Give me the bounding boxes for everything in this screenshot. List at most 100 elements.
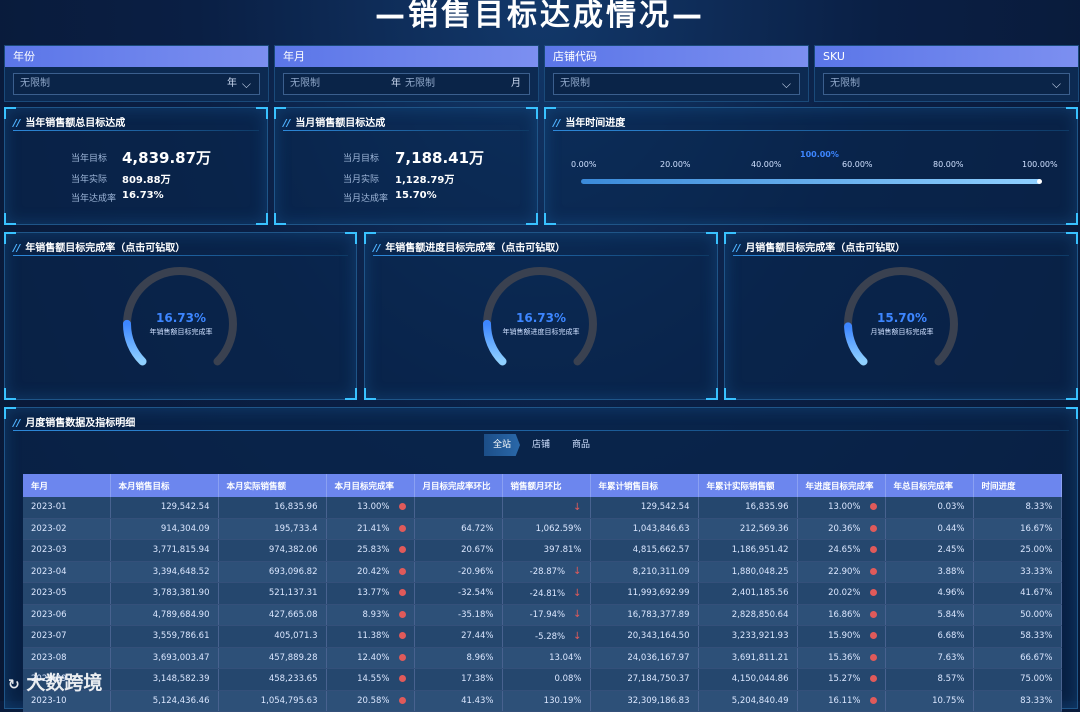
gauge-progress-caption: 年销售额进度目标完成率 <box>502 328 580 336</box>
gauge-year-value: 16.73% <box>156 311 206 325</box>
column-header[interactable]: 年进度目标完成率 <box>797 474 886 497</box>
watermark-text: 大数跨境 <box>26 672 103 694</box>
cell-value: 427,665.08 <box>268 609 318 620</box>
table-row[interactable]: 2023-01 129,542.54 16,835.96 13.00% ↓ 129,542… <box>23 497 1062 519</box>
alert-dot-icon <box>398 524 406 532</box>
time-progress-value: 100.00% <box>800 150 839 159</box>
column-header[interactable]: 本月目标完成率 <box>326 474 415 497</box>
down-arrow-icon: ↓ <box>573 587 582 599</box>
cell-value: 0.08% <box>554 674 582 685</box>
cell-value: 33.33% <box>1020 566 1053 577</box>
table-cell-sales-mom: 1,062.59% <box>502 518 591 540</box>
filter-store-code-label: 店铺代码 <box>545 46 808 67</box>
column-header[interactable]: 销售额月环比 <box>502 474 591 497</box>
yearmonth-select[interactable]: 无限制 年 无限制 月 <box>283 73 530 95</box>
table-cell-total-rate: 0.44% <box>885 518 974 540</box>
column-header[interactable]: 时间进度 <box>973 474 1062 497</box>
cell-value: 64.72% <box>461 523 494 534</box>
table-cell-prog-rate: 15.90% <box>797 625 886 648</box>
table-cell-ym: 2023-07 <box>23 625 111 648</box>
cell-value: 20.36% <box>828 523 861 534</box>
cell-value: 20.02% <box>828 588 861 599</box>
table-cell-prog-rate: 13.00% <box>797 497 886 519</box>
table-cell-ym: 2023-06 <box>23 604 111 626</box>
sku-select[interactable]: 无限制 ⌵ <box>823 73 1070 95</box>
alert-dot-icon <box>398 610 406 618</box>
kpi-month-rate-label: 当月达成率 <box>343 194 389 204</box>
cell-value: 693,096.82 <box>268 566 318 577</box>
cell-value: 974,382.06 <box>268 545 318 556</box>
cell-value: 11.38% <box>357 631 390 642</box>
cell-value: 2023-08 <box>31 652 67 663</box>
tab-store[interactable]: 店铺 <box>524 434 558 456</box>
cell-value: 2023-03 <box>31 545 67 556</box>
alert-dot-icon <box>398 546 406 554</box>
cell-value: -5.28% <box>535 631 566 642</box>
column-header[interactable]: 月目标完成率环比 <box>414 474 503 497</box>
cell-value: 129,542.54 <box>160 502 210 513</box>
kpi-month-target-label: 当月目标 <box>343 154 380 164</box>
cell-value: 22.90% <box>828 566 861 577</box>
table-cell-ym: 2023-08 <box>23 647 111 669</box>
cell-value: 8,210,311.09 <box>632 566 690 577</box>
cell-value: 13.00% <box>828 502 861 513</box>
column-header[interactable]: 年总目标完成率 <box>885 474 974 497</box>
table-cell-sales-mom: 397.81% <box>502 539 591 562</box>
cell-value: 41.67% <box>1020 588 1053 599</box>
cell-value: 11,993,692.99 <box>627 588 690 599</box>
cell-value: 27,184,750.37 <box>627 674 690 685</box>
table-row[interactable]: 2023-05 3,783,381.90 521,137.31 13.77% -32.5… <box>23 582 1062 605</box>
table-cell-rate: 13.00% <box>326 497 415 519</box>
filter-store-code: 店铺代码 无限制 ⌵ <box>544 45 809 102</box>
cell-value: 20.67% <box>461 545 494 556</box>
chevron-down-icon[interactable]: ⌵ <box>1052 74 1061 94</box>
table-row[interactable]: 2023-09 3,148,582.39 458,233.65 14.55% 17.38… <box>23 668 1062 691</box>
column-header[interactable]: 本月实际销售额 <box>218 474 327 497</box>
time-tick-80: 80.00% <box>933 160 964 169</box>
table-cell-cum-actual: 1,880,048.25 <box>698 561 798 583</box>
cell-value: 16.86% <box>828 609 861 620</box>
table-cell-ym: 2023-04 <box>23 561 111 583</box>
chevron-down-icon[interactable]: ⌵ <box>242 74 251 94</box>
tab-product[interactable]: 商品 <box>564 434 598 456</box>
store-code-select[interactable]: 无限制 ⌵ <box>553 73 800 95</box>
table-row[interactable]: 2023-03 3,771,815.94 974,382.06 25.83% 20.67… <box>23 539 1062 562</box>
column-header[interactable]: 年累计销售目标 <box>590 474 699 497</box>
table-row[interactable]: 2023-02 914,304.09 195,733.4 21.41% 64.72% 1,… <box>23 518 1062 540</box>
table-cell-rate-mom: 64.72% <box>414 518 503 540</box>
table-cell-rate-mom <box>414 497 503 519</box>
table-cell-rate: 21.41% <box>326 518 415 540</box>
filter-sku-label: SKU <box>815 46 1078 67</box>
cell-value: 8.93% <box>362 609 390 620</box>
table-row[interactable]: 2023-08 3,693,003.47 457,889.28 12.40% 8.96%… <box>23 647 1062 669</box>
tab-all-site[interactable]: 全站 <box>484 434 520 456</box>
table-cell-cum-actual: 4,150,044.86 <box>698 668 798 691</box>
chevron-down-icon[interactable]: ⌵ <box>782 74 791 94</box>
cell-value: 212,569.36 <box>739 523 789 534</box>
table-cell-time: 41.67% <box>973 582 1062 605</box>
year-unit: 年 <box>227 78 237 89</box>
down-arrow-icon: ↓ <box>573 566 582 578</box>
table-cell-sales-mom: 0.08% <box>502 668 591 691</box>
year-select[interactable]: 无限制 年 ⌵ <box>13 73 260 95</box>
cell-value: 12.40% <box>357 652 390 663</box>
cell-value: 7.63% <box>937 652 965 663</box>
table-row[interactable]: 2023-04 3,394,648.52 693,096.82 20.42% -20.9… <box>23 561 1062 583</box>
cell-value: -35.18% <box>458 609 494 620</box>
cell-value: 2023-05 <box>31 588 67 599</box>
cell-value: 13.00% <box>357 502 390 513</box>
table-cell-rate-mom: 8.96% <box>414 647 503 669</box>
column-header[interactable]: 年累计实际销售额 <box>698 474 798 497</box>
table-cell-rate-mom: 20.67% <box>414 539 503 562</box>
table-cell-sales-mom: -24.81% ↓ <box>502 582 591 605</box>
cell-value: -28.87% <box>529 567 566 578</box>
column-header[interactable]: 本月销售目标 <box>110 474 219 497</box>
table-row[interactable]: 2023-07 3,559,786.61 405,071.3 11.38% 27.44%… <box>23 625 1062 648</box>
table-cell-prog-rate: 24.65% <box>797 539 886 562</box>
column-header[interactable]: 年月 <box>23 474 111 497</box>
cell-value: 2023-06 <box>31 609 67 620</box>
table-row[interactable]: 2023-06 4,789,684.90 427,665.08 8.93% -35.18… <box>23 604 1062 626</box>
table-cell-rate: 12.40% <box>326 647 415 669</box>
table-cell-total-rate: 0.03% <box>885 497 974 519</box>
alert-dot-icon <box>869 610 877 618</box>
